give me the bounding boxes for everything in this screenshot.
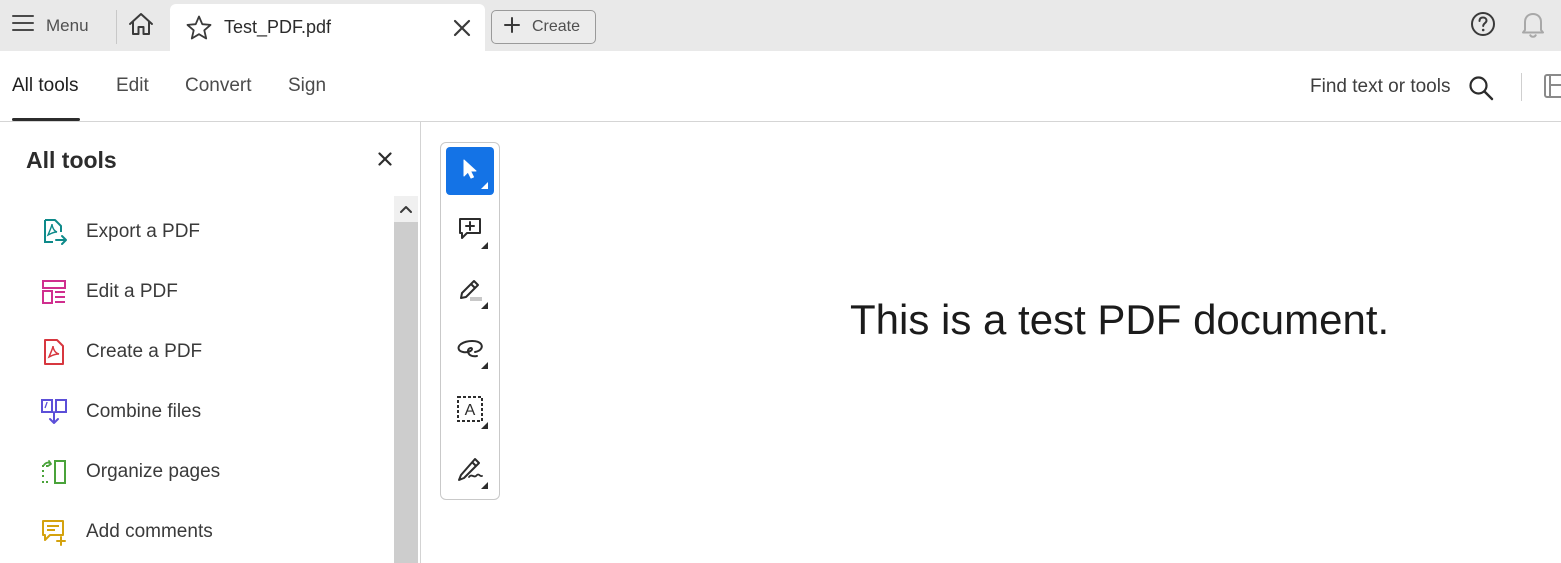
search-icon[interactable] xyxy=(1466,73,1496,103)
text-select-tool-button[interactable]: A xyxy=(446,387,494,435)
tool-label: Combine files xyxy=(86,401,202,422)
tool-flyout-indicator xyxy=(481,182,488,189)
tool-flyout-indicator xyxy=(481,302,488,309)
star-icon[interactable] xyxy=(184,13,214,43)
help-icon xyxy=(1470,11,1496,42)
svg-text:A: A xyxy=(465,402,476,419)
tab-edit[interactable]: Edit xyxy=(116,75,149,97)
tool-label: Edit a PDF xyxy=(86,281,178,302)
close-panel-icon[interactable] xyxy=(373,147,397,171)
combine-files-icon xyxy=(40,398,68,426)
help-button[interactable] xyxy=(1469,11,1497,42)
tool-label: Export a PDF xyxy=(86,221,201,242)
add-comment-icon xyxy=(456,215,484,248)
toolbar-divider xyxy=(1521,73,1522,101)
tools-toolbar: All tools Edit Convert Sign Find text or… xyxy=(0,51,1561,122)
create-pdf-icon xyxy=(40,338,68,366)
home-icon xyxy=(128,12,154,41)
tool-create-pdf[interactable]: Create a PDF xyxy=(0,328,393,376)
title-bar: Menu Test_PDF.pdf Create xyxy=(0,0,1561,51)
document-tab-title: Test_PDF.pdf xyxy=(224,17,332,37)
document-text: This is a test PDF document. xyxy=(850,296,1390,343)
scrollbar-thumb[interactable] xyxy=(394,222,418,563)
panel-scrollbar[interactable] xyxy=(394,196,418,563)
plus-icon xyxy=(504,16,520,38)
highlight-icon xyxy=(456,275,484,308)
side-panel-icon[interactable] xyxy=(1543,73,1561,99)
home-button[interactable] xyxy=(120,5,162,47)
tool-flyout-indicator xyxy=(481,242,488,249)
document-view[interactable]: This is a test PDF document. xyxy=(422,122,1561,563)
edit-pdf-icon xyxy=(40,278,68,306)
panel-title: All tools xyxy=(26,147,117,173)
tool-label: Organize pages xyxy=(86,461,221,482)
create-label: Create xyxy=(532,18,581,35)
menu-label: Menu xyxy=(46,15,89,35)
sign-tool-button[interactable] xyxy=(446,447,494,495)
document-tab[interactable]: Test_PDF.pdf xyxy=(170,4,485,51)
close-tab-icon[interactable] xyxy=(449,15,475,41)
quick-tools-toolbar: A xyxy=(440,142,500,500)
tool-export-pdf[interactable]: Export a PDF xyxy=(0,208,393,256)
select-tool-button[interactable] xyxy=(446,147,494,195)
tool-flyout-indicator xyxy=(481,482,488,489)
all-tools-panel: All tools Export a PDF Edit a PDF Create… xyxy=(0,122,421,563)
create-button[interactable]: Create xyxy=(491,10,596,44)
tab-sign[interactable]: Sign xyxy=(288,75,326,97)
tool-add-comments[interactable]: Add comments xyxy=(0,508,393,556)
add-comment-tool-button[interactable] xyxy=(446,207,494,255)
tab-convert[interactable]: Convert xyxy=(185,75,252,97)
tool-flyout-indicator xyxy=(481,362,488,369)
menu-button[interactable]: Menu xyxy=(0,0,112,51)
text-select-icon: A xyxy=(456,395,484,428)
tool-flyout-indicator xyxy=(481,422,488,429)
export-pdf-icon xyxy=(40,218,68,246)
notifications-button[interactable] xyxy=(1518,11,1548,41)
bell-icon xyxy=(1520,10,1546,43)
organize-pages-icon xyxy=(40,458,68,486)
tool-combine-files[interactable]: Combine files xyxy=(0,388,393,436)
tool-label: Create a PDF xyxy=(86,341,203,362)
add-comments-icon xyxy=(40,518,68,546)
tool-organize-pages[interactable]: Organize pages xyxy=(0,448,393,496)
draw-tool-button[interactable] xyxy=(446,327,494,375)
find-text-or-tools[interactable]: Find text or tools xyxy=(1310,76,1450,98)
select-cursor-icon xyxy=(459,157,481,186)
hamburger-menu-icon xyxy=(12,13,34,38)
active-tab-indicator xyxy=(12,118,80,121)
highlight-tool-button[interactable] xyxy=(446,267,494,315)
chevron-up-icon[interactable] xyxy=(394,196,418,222)
tool-edit-pdf[interactable]: Edit a PDF xyxy=(0,268,393,316)
tab-divider xyxy=(116,10,117,44)
tab-all-tools[interactable]: All tools xyxy=(12,75,79,97)
tool-label: Add comments xyxy=(86,521,213,542)
